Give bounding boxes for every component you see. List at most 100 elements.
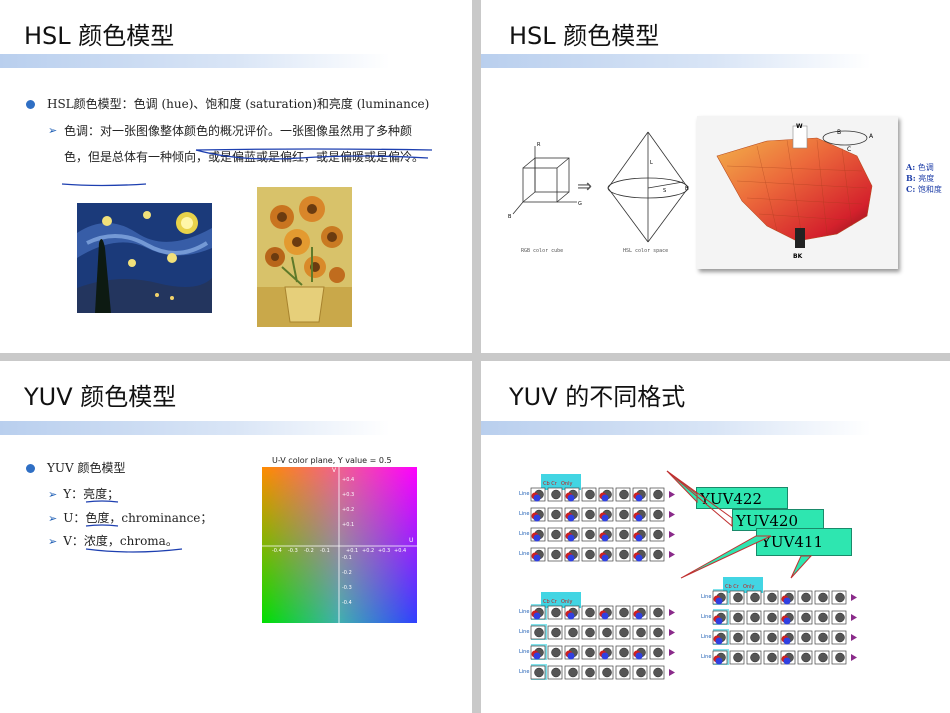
rgb-cube-diagram: R G B [508, 142, 582, 220]
luma-sample-dot [551, 529, 561, 540]
luma-sample-dot [534, 667, 544, 678]
cb-sample-dot [783, 657, 791, 665]
starry-night-image [77, 203, 212, 313]
rgb-cube-caption: RGB color cube [521, 248, 564, 254]
luma-sample-dot [619, 647, 629, 658]
luma-sample-dot [801, 612, 811, 623]
cb-sample-dot [635, 534, 643, 542]
model-label-a: A [869, 133, 874, 140]
luma-sample-dot [750, 612, 760, 623]
luma-sample-dot [733, 632, 743, 643]
luma-sample-dot [767, 592, 777, 603]
hsl-double-cone-diagram: L S H [607, 131, 689, 243]
luma-sample-dot [551, 509, 561, 520]
luma-sample-dot [750, 632, 760, 643]
cb-sample-dot [715, 597, 723, 605]
luma-sample-dot [636, 627, 646, 638]
legend-item-a: A: 色调 [906, 162, 934, 172]
arrow-bullet-icon: ➢ [48, 124, 58, 137]
line-end-arrow [669, 649, 675, 656]
luma-sample-dot [750, 592, 760, 603]
luma-sample-dot [551, 667, 561, 678]
slide-yuv-formats[interactable]: YUV 的不同格式 Cb Cr Only Line 1 Line 2 Line 3 Lin… [481, 361, 950, 713]
bullet-dot-icon [26, 464, 35, 473]
luma-sample-dot [602, 627, 612, 638]
luma-sample-dot [835, 612, 845, 623]
luma-sample-dot [551, 627, 561, 638]
luma-sample-dot [619, 627, 629, 638]
transform-arrow-icon: ⇒ [577, 176, 593, 197]
luma-sample-dot [585, 529, 595, 540]
slide-hsl-2[interactable]: HSL 颜色模型 R G B RGB color cube ⇒ L S H HS… [481, 0, 950, 353]
cb-sample-dot [567, 554, 575, 562]
line-end-arrow [851, 614, 857, 621]
cb-sample-dot [783, 617, 791, 625]
cb-sample-dot [715, 657, 723, 665]
luma-sample-dot [585, 509, 595, 520]
luma-sample-dot [767, 632, 777, 643]
luma-sample-dot [653, 627, 663, 638]
line-end-arrow [851, 594, 857, 601]
legend-item-c: C: 饱和度 [906, 184, 942, 194]
cb-sample-dot [567, 652, 575, 660]
luma-sample-dot [801, 652, 811, 663]
sub-bullet-prefix: 色调： [64, 124, 101, 138]
grid-header-label: Only [561, 481, 572, 487]
luma-sample-dot [733, 612, 743, 623]
legend-item-b: B: 亮度 [906, 173, 935, 183]
cb-sample-dot [635, 612, 643, 620]
uv-plane-title: U-V color plane, Y value = 0.5 [272, 456, 392, 465]
line-end-arrow [669, 609, 675, 616]
luma-sample-dot [551, 607, 561, 618]
luma-sample-dot [733, 592, 743, 603]
cb-sample-dot [783, 637, 791, 645]
bullet-item: HSL颜色模型：色调 (hue)、饱和度 (saturation)和亮度 (lu… [26, 95, 429, 112]
handwritten-underline [61, 148, 433, 187]
luma-sample-dot [585, 549, 595, 560]
cb-sample-dot [601, 554, 609, 562]
luma-sample-dot [818, 592, 828, 603]
arrow-bullet-icon: ➢ [48, 535, 58, 548]
slide-hsl-1[interactable]: HSL 颜色模型 HSL颜色模型：色调 (hue)、饱和度 (saturatio… [0, 0, 472, 353]
cb-sample-dot [635, 554, 643, 562]
axis-label-s: S [663, 188, 666, 194]
grid-header-label: Only [561, 599, 572, 605]
cb-sample-dot [601, 652, 609, 660]
luma-sample-dot [619, 509, 629, 520]
bullet-text: HSL颜色模型：色调 (hue)、饱和度 (saturation)和亮度 (lu… [47, 97, 430, 111]
handwritten-underline [85, 500, 183, 553]
axis-label-g: G [578, 201, 582, 207]
cb-sample-dot [533, 554, 541, 562]
luma-sample-dot [653, 647, 663, 658]
luma-sample-dot [568, 627, 578, 638]
luma-sample-dot [619, 607, 629, 618]
line-end-arrow [851, 654, 857, 661]
luma-sample-dot [568, 667, 578, 678]
cb-sample-dot [533, 534, 541, 542]
cb-sample-dot [567, 514, 575, 522]
luma-sample-dot [619, 489, 629, 500]
luma-sample-dot [551, 647, 561, 658]
uv-color-plane: V U -0.4 -0.3 -0.2 -0.1 +0.1 +0.2 +0.3 +… [262, 467, 417, 623]
luma-sample-dot [835, 632, 845, 643]
luma-sample-dot [801, 592, 811, 603]
bullet-text: YUV 颜色模型 [47, 461, 126, 475]
luma-sample-dot [619, 549, 629, 560]
u-axis-label: U [409, 537, 414, 544]
slide-yuv-1[interactable]: YUV 颜色模型 YUV 颜色模型 ➢ Y：亮度； ➢ U：色度，chrominan… [0, 361, 472, 713]
cb-sample-dot [533, 494, 541, 502]
sunflowers-image [257, 187, 352, 327]
luma-sample-dot [551, 489, 561, 500]
cb-sample-dot [601, 494, 609, 502]
model-label-bk: BK [793, 253, 803, 260]
cb-sample-dot [567, 612, 575, 620]
cb-sample-dot [635, 652, 643, 660]
cb-sample-dot [635, 514, 643, 522]
luma-sample-dot [767, 652, 777, 663]
slide-title: YUV 颜色模型 [24, 383, 177, 411]
axis-label-r: R [537, 142, 541, 148]
luma-sample-dot [585, 627, 595, 638]
cb-sample-dot [601, 514, 609, 522]
bullet-item: YUV 颜色模型 [26, 459, 126, 476]
cb-sample-dot [533, 514, 541, 522]
